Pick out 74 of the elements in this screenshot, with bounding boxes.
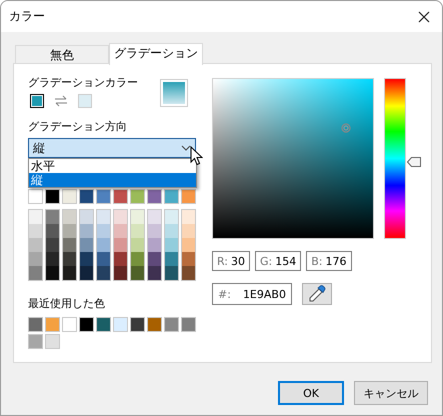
color-swatch[interactable] (114, 238, 127, 252)
section-label: 最近使用した色 (28, 297, 106, 311)
eyedropper-button[interactable] (302, 283, 332, 305)
color-swatch[interactable] (63, 266, 76, 280)
cancel-button[interactable]: キャンセル (354, 381, 428, 405)
tab[interactable]: 無色 (15, 45, 109, 63)
rgb-field[interactable]: R: 30 (212, 251, 250, 271)
color-swatch[interactable] (80, 210, 93, 224)
color-swatch[interactable] (46, 252, 59, 266)
picker-cursor-icon[interactable] (340, 123, 351, 134)
color-swatch[interactable] (97, 238, 110, 252)
ok-button[interactable]: OK (278, 381, 344, 405)
color-swatch[interactable] (182, 266, 195, 280)
color-swatch[interactable] (182, 238, 195, 252)
color-swatch[interactable] (29, 266, 42, 280)
rgb-field[interactable]: G: 154 (255, 251, 302, 271)
color-swatch[interactable] (29, 252, 42, 266)
close-icon[interactable] (418, 10, 430, 22)
color-swatch[interactable] (63, 252, 76, 266)
eyedropper-icon (308, 285, 326, 303)
color-swatch[interactable] (165, 210, 178, 224)
section-label: グラデーションカラー (28, 76, 138, 90)
color-swatch[interactable] (97, 210, 110, 224)
color-swatch[interactable] (46, 210, 59, 224)
window-title: カラー (9, 8, 45, 25)
color-swatch[interactable] (148, 224, 161, 238)
color-swatch[interactable] (30, 94, 44, 108)
swap-icon[interactable] (54, 95, 68, 107)
color-swatch[interactable] (165, 224, 178, 238)
color-swatch[interactable] (80, 224, 93, 238)
color-swatch[interactable] (80, 252, 93, 266)
color-swatch[interactable] (131, 238, 144, 252)
color-swatch[interactable] (46, 238, 59, 252)
color-swatch[interactable] (46, 224, 59, 238)
color-swatch[interactable] (80, 266, 93, 280)
hex-field[interactable]: #: 1E9AB0 (212, 283, 292, 305)
slider-thumb-icon[interactable] (407, 156, 421, 167)
color-swatch[interactable] (114, 252, 127, 266)
color-swatch[interactable] (114, 210, 127, 224)
rgb-field[interactable]: B: 176 (306, 251, 352, 271)
color-swatch[interactable] (63, 238, 76, 252)
gradient-preview (160, 79, 188, 107)
chevron-icon (181, 145, 191, 151)
color-swatch[interactable] (80, 238, 93, 252)
color-swatch[interactable] (97, 224, 110, 238)
color-swatch[interactable] (182, 224, 195, 238)
color-swatch[interactable] (148, 210, 161, 224)
color-swatch[interactable] (165, 252, 178, 266)
color-swatch[interactable] (29, 210, 42, 224)
color-swatch[interactable] (131, 224, 144, 238)
color-swatch[interactable] (131, 266, 144, 280)
direction-dropdown[interactable]: 縦 (28, 138, 196, 158)
color-swatch[interactable] (97, 266, 110, 280)
color-swatch[interactable] (165, 266, 178, 280)
color-swatch[interactable] (131, 252, 144, 266)
dropdown-option[interactable]: 縦 (29, 173, 196, 187)
color-swatch[interactable] (182, 210, 195, 224)
color-swatch[interactable] (131, 210, 144, 224)
color-swatch[interactable] (165, 238, 178, 252)
color-swatch[interactable] (97, 252, 110, 266)
color-swatch[interactable] (182, 252, 195, 266)
color-swatch[interactable] (46, 266, 59, 280)
section-label: グラデーション方向 (28, 120, 128, 134)
color-swatch[interactable] (63, 224, 76, 238)
tab[interactable]: グラデーション (109, 43, 203, 65)
color-swatch[interactable] (148, 252, 161, 266)
color-swatch[interactable] (29, 224, 42, 238)
color-swatch[interactable] (114, 224, 127, 238)
color-swatch[interactable] (29, 238, 42, 252)
color-swatch[interactable] (114, 266, 127, 280)
color-swatch[interactable] (148, 266, 161, 280)
color-swatch[interactable] (148, 238, 161, 252)
color-swatch[interactable] (63, 210, 76, 224)
color-field[interactable] (212, 78, 374, 239)
